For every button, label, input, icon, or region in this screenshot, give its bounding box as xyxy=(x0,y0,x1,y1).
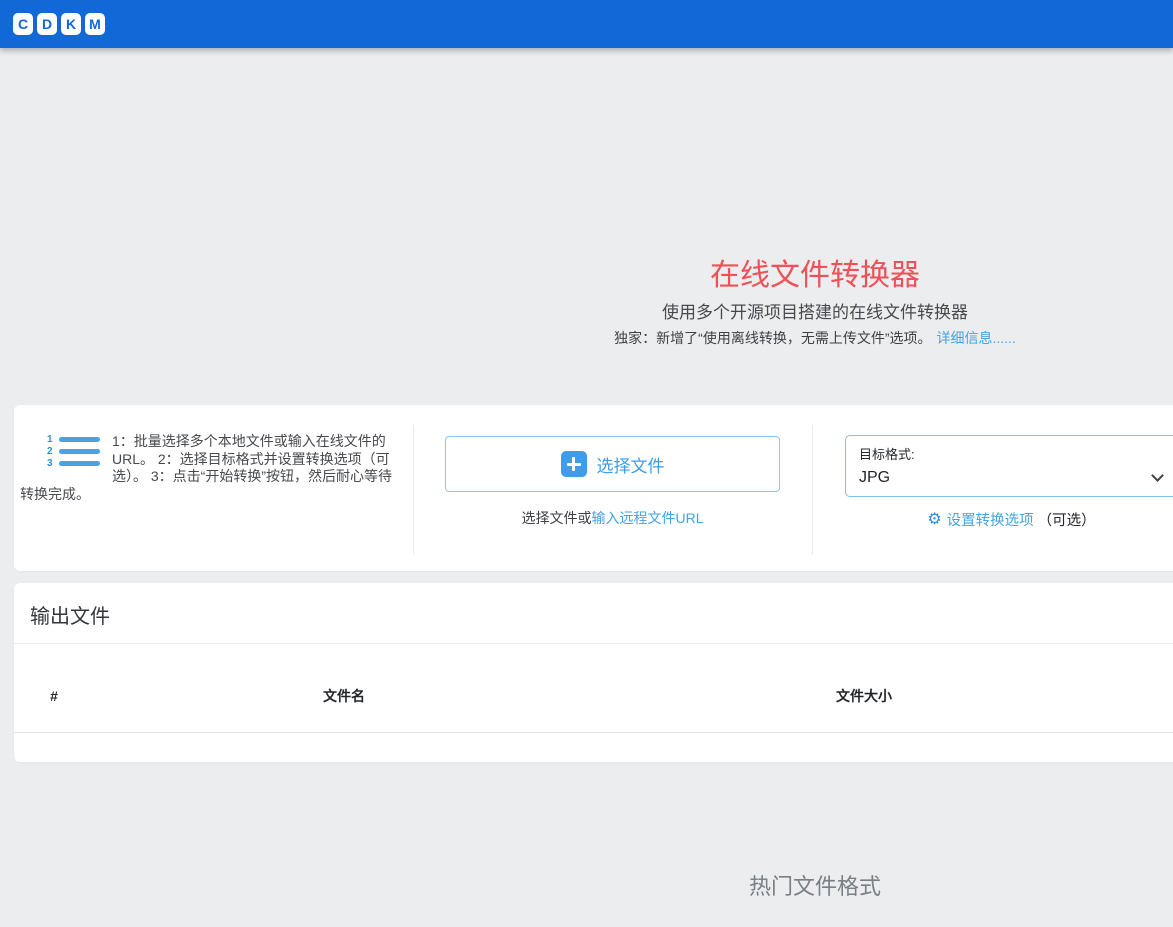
gear-icon xyxy=(927,512,941,528)
list-bar xyxy=(59,461,100,466)
file-caption: 选择文件或输入远程文件URL xyxy=(445,508,780,528)
col-header-index: # xyxy=(14,660,94,733)
target-format-box: 目标格式: JPG xyxy=(845,435,1173,497)
file-select-column: 选择文件 选择文件或输入远程文件URL xyxy=(413,405,812,571)
conversion-options-row: 设置转换选项 （可选） xyxy=(845,509,1173,530)
col-header-filesize: 文件大小 xyxy=(594,660,1134,733)
output-files-table: # 文件名 文件大小 xyxy=(14,660,1173,733)
page-subtitle: 使用多个开源项目搭建的在线文件转换器 xyxy=(0,298,1173,323)
col-header-offscreen xyxy=(1134,660,1173,733)
output-files-header: 输出文件 xyxy=(14,583,1173,644)
options-optional-note: （可选） xyxy=(1038,509,1096,530)
list-number: 3 xyxy=(47,459,55,468)
plus-icon xyxy=(561,451,587,477)
logo-letter-box: M xyxy=(85,13,105,35)
list-bar xyxy=(59,449,100,454)
list-bar xyxy=(59,437,100,442)
conversion-options-label: 设置转换选项 xyxy=(947,509,1034,530)
col-header-filename: 文件名 xyxy=(94,660,594,733)
target-format-select[interactable]: JPG xyxy=(859,469,1164,487)
format-selected-value: JPG xyxy=(859,469,890,487)
page: C D K M 在线文件转换器 使用多个开源项目搭建的在线文件转换器 独家：新增… xyxy=(0,0,1173,927)
page-title: 在线文件转换器 xyxy=(0,250,1173,294)
caption-text: 选择文件或 xyxy=(521,510,591,526)
logo-letter-box: K xyxy=(61,13,81,35)
target-format-label: 目标格式: xyxy=(859,444,1164,463)
app-header: C D K M xyxy=(0,0,1173,48)
logo-letter-box: C xyxy=(13,13,33,35)
conversion-options-link[interactable]: 设置转换选项 xyxy=(927,509,1033,530)
popular-formats-title: 热门文件格式 xyxy=(0,869,1173,901)
output-files-title: 输出文件 xyxy=(30,606,110,628)
list-number: 1 xyxy=(47,435,55,444)
promo-text: 独家：新增了“使用离线转换，无需上传文件”选项。 xyxy=(614,330,931,346)
logo[interactable]: C D K M xyxy=(13,13,105,35)
promo-line: 独家：新增了“使用离线转换，无需上传文件”选项。详细信息...... xyxy=(0,328,1173,348)
chevron-down-icon xyxy=(1151,469,1164,482)
logo-letter-box: D xyxy=(37,13,57,35)
output-files-card: 输出文件 # 文件名 文件大小 xyxy=(14,583,1173,762)
target-format-column: 目标格式: JPG 设置转换选项 （可选） xyxy=(812,405,1173,571)
list-number: 2 xyxy=(47,447,55,456)
instructions-column: 1 2 3 1：批量选择多个本地文件或输入在线文件的 URL。 2：选择目标格式… xyxy=(14,405,413,571)
choose-file-button[interactable]: 选择文件 xyxy=(445,436,780,492)
output-table-wrap: # 文件名 文件大小 xyxy=(14,644,1173,733)
choose-file-button-label: 选择文件 xyxy=(597,452,665,477)
remote-url-link[interactable]: 输入远程文件URL xyxy=(591,510,703,526)
promo-details-link[interactable]: 详细信息...... xyxy=(936,330,1015,346)
table-header-row: # 文件名 文件大小 xyxy=(14,660,1173,733)
ordered-list-icon: 1 2 3 xyxy=(47,435,100,471)
converter-panel: 1 2 3 1：批量选择多个本地文件或输入在线文件的 URL。 2：选择目标格式… xyxy=(14,405,1173,571)
